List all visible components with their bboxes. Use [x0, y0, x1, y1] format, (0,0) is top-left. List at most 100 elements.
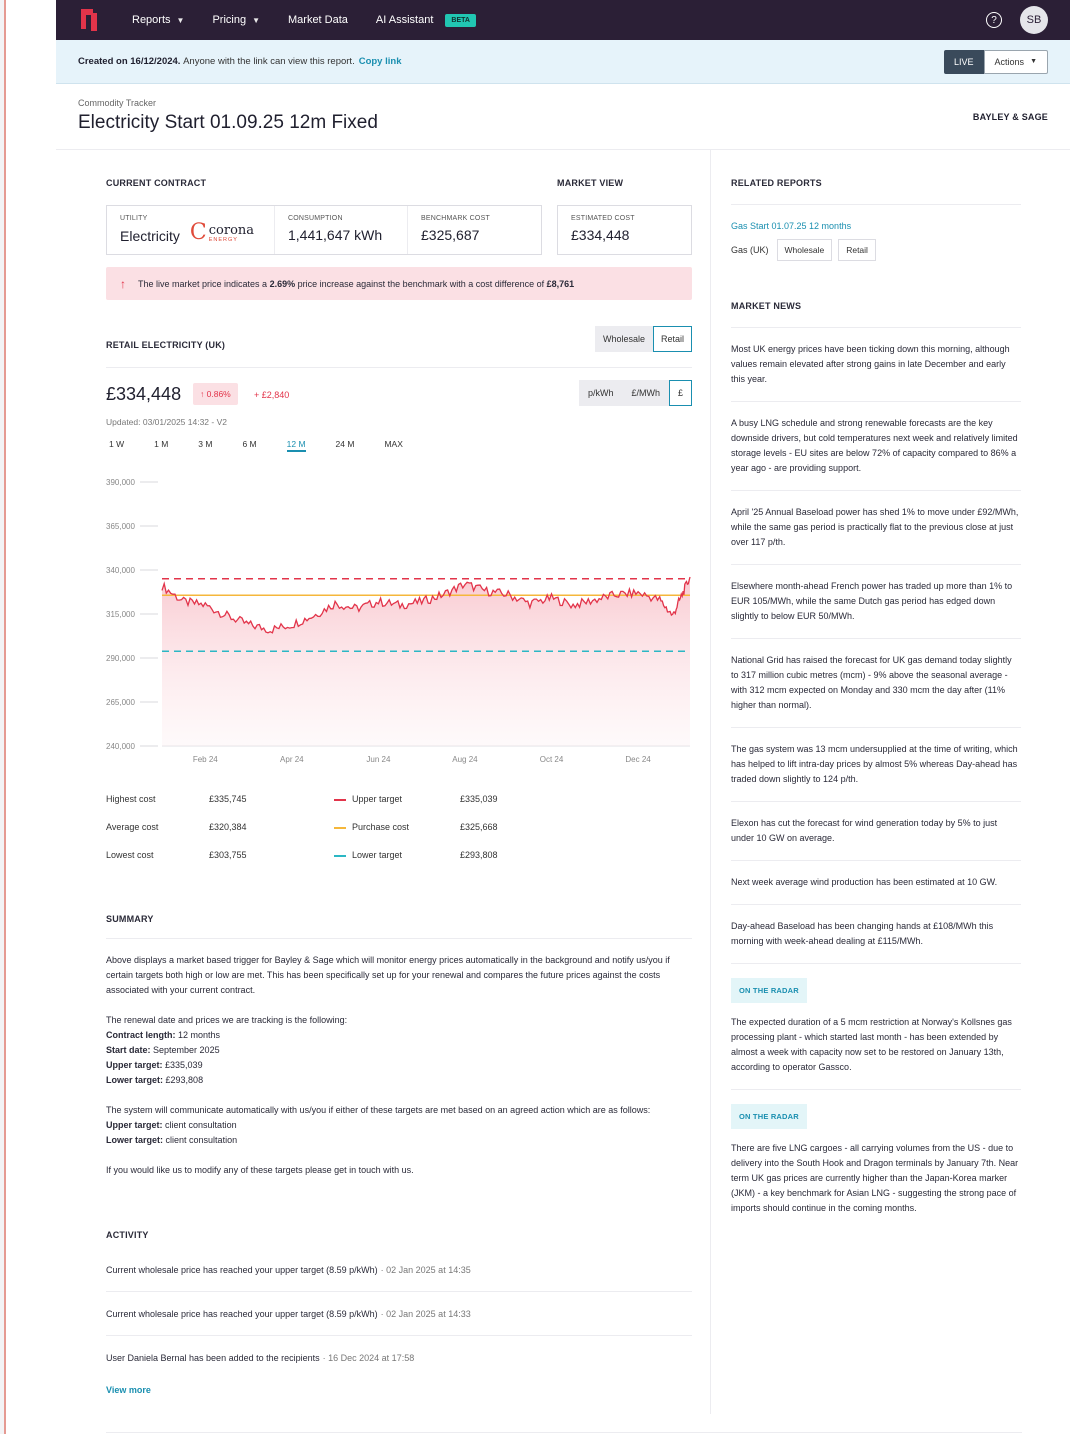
x-tick-label: Oct 24 — [540, 755, 564, 764]
lowest-value: £303,755 — [209, 850, 247, 860]
live-button[interactable]: LIVE — [944, 49, 984, 74]
lower-target-s: £293,808 — [165, 1075, 204, 1085]
purchase-cost-swatch — [334, 827, 346, 829]
view-more-link[interactable]: View more — [106, 1385, 151, 1395]
price-row: £334,448 ↑ 0.86% + £2,840 p/kWh £/MWh £ — [106, 380, 692, 410]
current-price: £334,448 — [106, 384, 182, 404]
tag-wholesale: Wholesale — [776, 239, 833, 261]
upper-action-label: Upper target: — [106, 1120, 163, 1130]
activity-item: Current wholesale price has reached your… — [106, 1248, 692, 1292]
related-report-link[interactable]: Gas Start 01.07.25 12 months — [731, 221, 1021, 231]
nav-pricing[interactable]: Pricing ▼ — [212, 14, 260, 26]
range-24m[interactable]: 24 M — [336, 439, 355, 452]
brand-logo-icon[interactable] — [78, 7, 100, 33]
alert-text-2: price increase against the benchmark wit… — [297, 278, 545, 289]
nav-ai-assistant[interactable]: AI Assistant BETA — [376, 13, 476, 27]
range-3m[interactable]: 3 M — [198, 439, 212, 452]
chevron-down-icon: ▼ — [176, 15, 185, 25]
avatar[interactable]: SB — [1020, 6, 1048, 34]
supplier-logo-text: corona — [208, 222, 255, 238]
news-item: Most UK energy prices have been ticking … — [731, 328, 1021, 402]
beta-badge: BETA — [445, 13, 476, 27]
nav-reports[interactable]: Reports ▼ — [132, 14, 184, 26]
share-notice: Created on 16/12/2024. Anyone with the l… — [56, 40, 1070, 84]
caret-down-icon: ▼ — [1030, 58, 1037, 65]
unit-toggle: p/kWh £/MWh £ — [578, 380, 692, 406]
news-item: National Grid has raised the forecast fo… — [731, 639, 1021, 728]
page-header: Commodity Tracker Electricity Start 01.0… — [56, 84, 1070, 150]
left-window-edge — [0, 0, 6, 1434]
sidebar-column: RELATED REPORTS Gas Start 01.07.25 12 mo… — [710, 150, 1022, 1414]
activity-text: User Daniela Bernal has been added to th… — [106, 1353, 320, 1363]
unit-p-kwh[interactable]: p/kWh — [578, 380, 623, 406]
price-alert-banner: ↑ The live market price indicates a 2.69… — [106, 267, 692, 300]
lower-target-label-s: Lower target: — [106, 1075, 164, 1085]
contract-length-label: Contract length: — [106, 1030, 176, 1040]
summary-p2-intro: The renewal date and prices we are track… — [106, 1015, 348, 1025]
y-tick-label: 240,000 — [106, 742, 135, 751]
average-label: Average cost — [106, 822, 159, 832]
nav-market-data[interactable]: Market Data — [288, 14, 348, 26]
page-title: Electricity Start 01.09.25 12m Fixed — [78, 112, 378, 133]
average-value: £320,384 — [209, 822, 247, 832]
contract-length: 12 months — [178, 1030, 221, 1040]
summary-p2: The renewal date and prices we are track… — [106, 1013, 692, 1088]
consumption-cell: CONSUMPTION 1,441,647 kWh — [275, 206, 408, 254]
price-chart: 390,000 365,000 340,000 315,000 290,000 265,0… — [106, 478, 691, 764]
news-item: The gas system was 13 mcm undersupplied … — [731, 728, 1021, 802]
x-tick-label: Dec 24 — [625, 755, 651, 764]
range-1w[interactable]: 1 W — [109, 439, 124, 452]
benchmark-cell: BENCHMARK COST £325,687 — [408, 206, 541, 254]
summary-p1: Above displays a market based trigger fo… — [106, 955, 670, 995]
range-12m[interactable]: 12 M — [286, 439, 306, 452]
activity-text: Current wholesale price has reached your… — [106, 1308, 378, 1319]
range-1m[interactable]: 1 M — [154, 439, 168, 452]
nav-reports-label: Reports — [132, 14, 171, 26]
summary-p3-intro: The system will communicate automaticall… — [106, 1105, 651, 1115]
lowest-label: Lowest cost — [106, 850, 154, 860]
stat-row-low: Lowest cost £303,755 — [106, 850, 247, 860]
help-icon[interactable]: ? — [986, 12, 1002, 28]
news-item: Day-ahead Baseload has been changing han… — [731, 905, 1021, 964]
related-report-item: Gas Start 01.07.25 12 months Gas (UK) Wh… — [731, 204, 1021, 261]
market-toggle: Wholesale Retail — [594, 326, 692, 352]
unit-gbp[interactable]: £ — [668, 380, 692, 406]
tab-retail[interactable]: Retail — [652, 326, 692, 352]
range-6m[interactable]: 6 M — [242, 439, 256, 452]
upper-target-label: Upper target — [352, 794, 403, 804]
tab-wholesale[interactable]: Wholesale — [594, 326, 653, 352]
related-report-tags: Gas (UK) Wholesale Retail — [731, 239, 1021, 261]
news-item: Elsewhere month-ahead French power has t… — [731, 565, 1021, 639]
alert-amount: £8,761 — [546, 278, 575, 289]
upper-target-value: £335,039 — [460, 794, 498, 804]
app: Reports ▼ Pricing ▼ Market Data AI Assis… — [56, 0, 1070, 1434]
news-item: A busy LNG schedule and strong renewable… — [731, 402, 1021, 491]
updated-timestamp: Updated: 03/01/2025 14:32 - V2 — [106, 417, 227, 427]
activity-timestamp: · 16 Dec 2024 at 17:58 — [322, 1353, 415, 1363]
lower-target-swatch — [334, 855, 346, 857]
market-news-label: MARKET NEWS — [731, 301, 802, 311]
start-date-label: Start date: — [106, 1045, 151, 1055]
upper-target-label-s: Upper target: — [106, 1060, 163, 1070]
client-brand: BAYLEY & SAGE — [972, 112, 1048, 122]
unit-gbp-mwh[interactable]: £/MWh — [622, 380, 669, 406]
nav-pricing-label: Pricing — [212, 14, 247, 26]
related-report-market: Gas (UK) — [731, 245, 769, 255]
copy-link[interactable]: Copy link — [359, 56, 402, 67]
lower-target-value: £293,808 — [460, 850, 498, 860]
estimated-cost-card: ESTIMATED COST £334,448 — [557, 205, 692, 255]
purchase-cost-value: £325,668 — [460, 822, 498, 832]
radar-text: The expected duration of a 5 mcm restric… — [731, 1017, 1012, 1072]
news-list: Most UK energy prices have been ticking … — [731, 327, 1021, 1230]
actions-button[interactable]: Actions ▼ — [983, 49, 1048, 74]
utility-cell: UTILITY Electricity C corona ENERGY — [107, 206, 275, 254]
related-reports-label: RELATED REPORTS — [731, 178, 822, 188]
range-max[interactable]: MAX — [384, 439, 402, 452]
utility-value: Electricity — [120, 227, 180, 244]
activity-timestamp: · 02 Jan 2025 at 14:33 — [380, 1308, 471, 1319]
radar-text: There are five LNG cargoes - all carryin… — [731, 1143, 1019, 1213]
alert-text-1: The live market price indicates a — [138, 278, 268, 289]
tag-retail: Retail — [838, 239, 876, 261]
created-date: Created on 16/12/2024. — [78, 56, 181, 67]
range-selector: 1 W 1 M 3 M 6 M 12 M 24 M MAX — [109, 439, 433, 452]
